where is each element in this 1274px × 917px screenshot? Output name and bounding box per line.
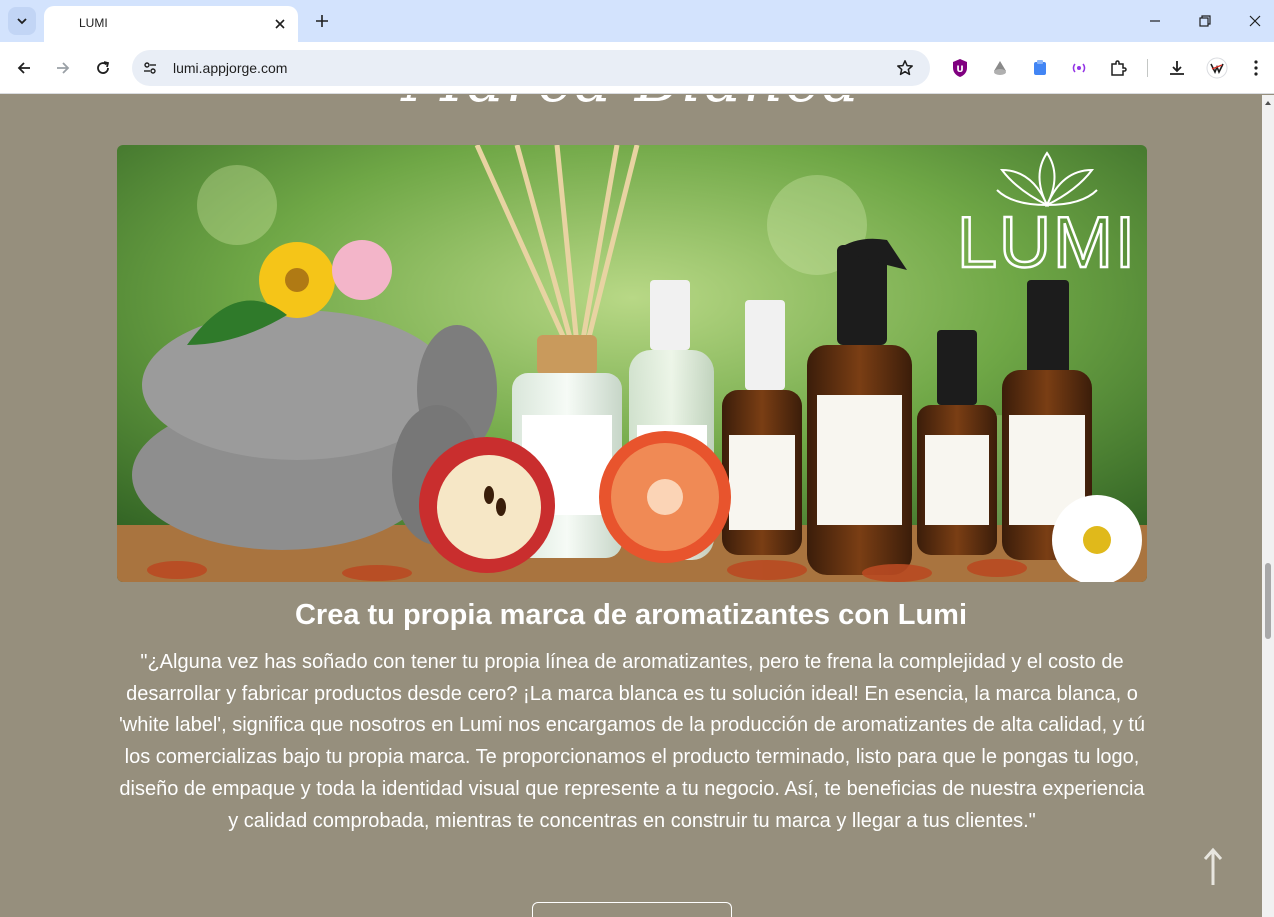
- forward-button[interactable]: [49, 54, 77, 82]
- page-viewport: Marca Blanca: [0, 95, 1274, 917]
- tab-title: LUMI: [79, 16, 108, 30]
- gray-extension[interactable]: [988, 56, 1012, 80]
- tune-icon: [144, 62, 156, 74]
- puzzle-icon: [1111, 60, 1127, 76]
- extensions-button[interactable]: [1106, 56, 1130, 80]
- extension-gray-icon: [994, 61, 1006, 75]
- scrollbar-thumb[interactable]: [1265, 563, 1271, 639]
- kebab-menu-icon: [1254, 60, 1258, 76]
- arrow-left-icon: [17, 62, 30, 74]
- arrow-up-icon: [1203, 847, 1223, 885]
- section-description: "¿Alguna vez has soñado con tener tu pro…: [118, 651, 1145, 832]
- extension-blue-icon: [1034, 60, 1046, 75]
- avatar-icon: [1206, 57, 1228, 79]
- menu-button[interactable]: [1244, 56, 1268, 80]
- hero-product-image: LUMI: [117, 145, 1147, 582]
- address-bar[interactable]: lumi.appjorge.com: [132, 50, 930, 86]
- url-text[interactable]: lumi.appjorge.com: [173, 60, 287, 76]
- tab-close-button[interactable]: [270, 14, 290, 34]
- reload-button[interactable]: [89, 54, 117, 82]
- tab-strip: LUMI: [0, 0, 1274, 42]
- chevron-down-icon: [17, 18, 27, 25]
- close-icon: [1249, 15, 1261, 27]
- close-icon: [275, 19, 285, 29]
- tab-search-button[interactable]: [8, 7, 36, 35]
- radio-extension[interactable]: [1067, 56, 1091, 80]
- ublock-icon: U: [953, 59, 967, 77]
- blue-extension[interactable]: [1028, 56, 1052, 80]
- lumi-logo: LUMI: [957, 203, 1137, 283]
- page-scrollbar[interactable]: [1262, 95, 1274, 917]
- back-button[interactable]: [10, 54, 38, 82]
- restore-icon: [1199, 15, 1211, 27]
- marca-blanca-heading: Marca Blanca: [0, 95, 1262, 116]
- reload-icon: [97, 61, 110, 74]
- back-to-top-button[interactable]: [1197, 847, 1229, 887]
- profile-button[interactable]: [1205, 56, 1229, 80]
- ublock-extension[interactable]: U: [948, 56, 972, 80]
- new-tab-button[interactable]: [310, 9, 334, 33]
- star-icon: [897, 60, 913, 76]
- restore-button[interactable]: [1192, 8, 1218, 34]
- scroll-up-icon: [1265, 101, 1271, 105]
- downloads-button[interactable]: [1165, 56, 1189, 80]
- browser-toolbar: lumi.appjorge.com U: [0, 42, 1274, 94]
- minimize-button[interactable]: [1142, 8, 1168, 34]
- svg-text:U: U: [956, 65, 963, 75]
- toolbar-divider: [1147, 59, 1148, 77]
- minimize-icon: [1150, 20, 1160, 22]
- extension-radio-icon: [1072, 63, 1086, 73]
- arrow-right-icon: [57, 62, 70, 74]
- download-icon: [1170, 61, 1184, 75]
- site-info-button[interactable]: [140, 58, 160, 78]
- bookmark-button[interactable]: [894, 57, 916, 79]
- cta-button[interactable]: [532, 902, 732, 917]
- plus-icon: [316, 15, 328, 27]
- section-title: Crea tu propia marca de aromatizantes co…: [294, 599, 967, 631]
- tab-active[interactable]: LUMI: [44, 6, 298, 42]
- close-window-button[interactable]: [1242, 8, 1268, 34]
